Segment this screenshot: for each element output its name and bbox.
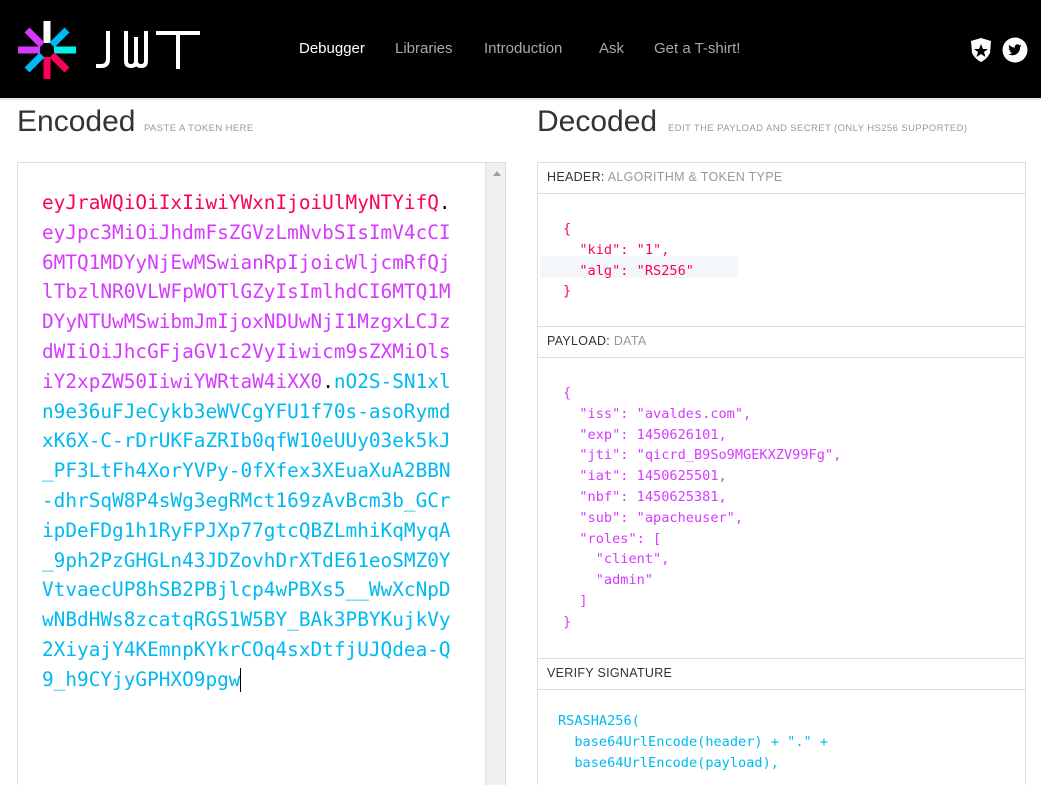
nav-libraries[interactable]: Libraries: [395, 40, 453, 57]
decoded-subtitle: EDIT THE PAYLOAD AND SECRET (ONLY HS256 …: [668, 123, 968, 134]
token-payload-part: eyJpc3MiOiJhdmFsZGVzLmNvbSIsImV4cCI6MTQ1…: [42, 220, 451, 393]
payload-json-editor[interactable]: { "iss": "avaldes.com", "exp": 145062610…: [563, 383, 841, 633]
section-divider: [538, 193, 1025, 194]
header-json-editor[interactable]: { "kid": "1", "alg": "RS256" }: [563, 219, 694, 302]
payload-section-title: PAYLOAD: DATA: [547, 334, 647, 348]
top-navbar: Debugger Libraries Introduction Ask Get …: [0, 0, 1041, 98]
token-dot: .: [322, 369, 334, 393]
section-divider: [538, 357, 1025, 358]
auth0-shield-icon[interactable]: [968, 37, 994, 63]
token-input-scrollbar[interactable]: [485, 163, 505, 785]
nav-ask[interactable]: Ask: [599, 40, 624, 57]
encoded-subtitle: PASTE A TOKEN HERE: [144, 123, 254, 134]
section-divider: [538, 689, 1025, 690]
token-text[interactable]: eyJraWQiOiIxIiwiYWxnIjoiUlMyNTYifQ.eyJpc…: [42, 188, 462, 695]
nav-tshirt[interactable]: Get a T-shirt!: [654, 40, 740, 57]
token-signature-part: nO2S-SN1xln9e36uFJeCykb3eWVCgYFU1f70s-as…: [42, 369, 451, 691]
signature-code: RSASHA256( base64UrlEncode(header) + "."…: [558, 713, 829, 771]
section-divider: [538, 658, 1025, 659]
signature-section-title: VERIFY SIGNATURE: [547, 666, 673, 680]
header-section-title: HEADER: ALGORITHM & TOKEN TYPE: [547, 170, 783, 184]
decoded-title: Decoded: [537, 105, 658, 138]
token-header-part: eyJraWQiOiIxIiwiYWxnIjoiUlMyNTYifQ: [42, 191, 439, 214]
scroll-up-arrow-icon[interactable]: [493, 171, 501, 176]
main-nav: Debugger Libraries Introduction Ask Get …: [0, 40, 1041, 60]
twitter-icon[interactable]: [1002, 37, 1028, 63]
navbar-divider: [0, 98, 1041, 100]
section-divider: [538, 326, 1025, 327]
text-cursor: [240, 668, 242, 693]
encoded-title: Encoded: [17, 105, 136, 138]
nav-debugger[interactable]: Debugger: [299, 40, 365, 57]
token-dot: .: [438, 191, 451, 214]
nav-introduction[interactable]: Introduction: [484, 40, 562, 57]
